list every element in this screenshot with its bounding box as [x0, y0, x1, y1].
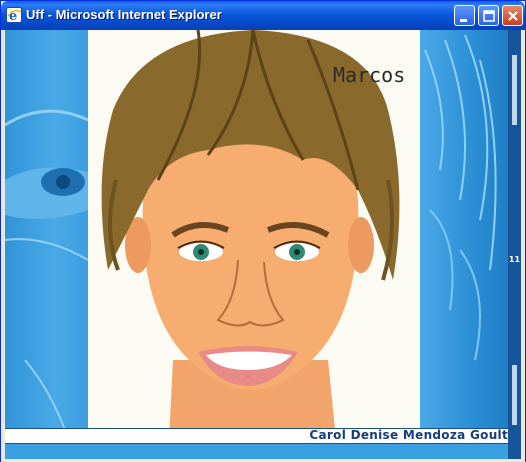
- background-art-left: [5, 30, 89, 459]
- close-button[interactable]: [502, 5, 523, 26]
- title-bar[interactable]: e Uff - Microsoft Internet Explorer: [1, 1, 525, 30]
- strip-vertical-text-top: [512, 55, 517, 125]
- caption-band: Carol Denise Mendoza Goult: [5, 428, 508, 444]
- browser-window: e Uff - Microsoft Internet Explorer Marc…: [0, 0, 526, 462]
- artist-signature: Marcos: [333, 63, 405, 87]
- window-title: Uff - Microsoft Internet Explorer: [26, 7, 222, 22]
- portrait-drawing: Marcos: [88, 30, 420, 459]
- background-art-right: [420, 30, 508, 459]
- background-eye-sketch: [5, 109, 89, 431]
- internet-explorer-icon: e: [6, 7, 22, 23]
- close-icon: [508, 11, 518, 21]
- minimize-icon: [460, 19, 467, 22]
- side-number: 11: [508, 255, 521, 264]
- portrait-illustration: Marcos: [101, 30, 405, 459]
- minimize-button[interactable]: [454, 5, 475, 26]
- bottom-band: [5, 444, 508, 459]
- strip-vertical-text-bottom: [512, 365, 517, 425]
- maximize-icon: [483, 10, 495, 22]
- background-hair-sketch: [424, 34, 497, 361]
- page-content: Marcos 11 Carol Denise Mendoza Goult: [5, 30, 521, 459]
- artist-caption: Carol Denise Mendoza Goult: [309, 428, 508, 442]
- maximize-button[interactable]: [478, 5, 499, 26]
